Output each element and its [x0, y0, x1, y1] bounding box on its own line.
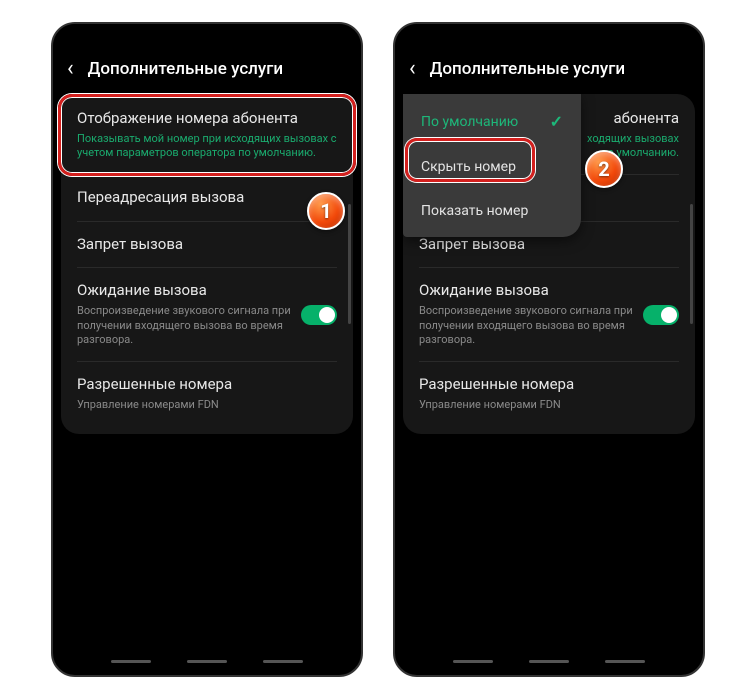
- nav-recent[interactable]: [453, 660, 493, 663]
- setting-barring[interactable]: Запрет вызова: [61, 222, 353, 268]
- setting-desc: Воспроизведение звукового сигнала при по…: [419, 304, 635, 349]
- setting-desc: Управление номерами FDN: [77, 398, 337, 413]
- page-title: Дополнительные услуги: [88, 59, 283, 79]
- nav-back[interactable]: [605, 660, 645, 663]
- check-icon: ✓: [550, 112, 563, 131]
- setting-title: Разрешенные номера: [419, 375, 679, 395]
- back-icon[interactable]: ‹: [67, 58, 74, 80]
- setting-title: Ожидание вызова: [77, 281, 293, 301]
- setting-title: Отображение номера абонента: [77, 109, 337, 129]
- nav-bar: [395, 653, 703, 669]
- phone-screenshot-left: ‹ Дополнительные услуги Отображение номе…: [51, 22, 363, 677]
- setting-desc: Показывать мой номер при исходящих вызов…: [77, 132, 337, 162]
- toggle-switch-on[interactable]: [301, 305, 337, 325]
- setting-title: Запрет вызова: [419, 235, 679, 255]
- popup-option-label: Скрыть номер: [421, 159, 516, 175]
- setting-fdn[interactable]: Разрешенные номера Управление номерами F…: [61, 362, 353, 425]
- header: ‹ Дополнительные услуги: [395, 46, 703, 94]
- setting-title: Запрет вызова: [77, 235, 337, 255]
- status-bar: [395, 24, 703, 46]
- status-bar: [53, 24, 361, 46]
- page-title: Дополнительные услуги: [430, 59, 625, 79]
- setting-fdn[interactable]: Разрешенные номера Управление номерами F…: [403, 362, 695, 425]
- setting-desc: Управление номерами FDN: [419, 398, 679, 413]
- back-icon[interactable]: ‹: [409, 58, 416, 80]
- nav-back[interactable]: [263, 660, 303, 663]
- nav-home[interactable]: [529, 660, 569, 663]
- phone-screenshot-right: ‹ Дополнительные услуги абонента ходящих…: [393, 22, 705, 677]
- setting-title: Разрешенные номера: [77, 375, 337, 395]
- setting-waiting[interactable]: Ожидание вызова Воспроизведение звуковог…: [403, 268, 695, 361]
- setting-waiting[interactable]: Ожидание вызова Воспроизведение звуковог…: [61, 268, 353, 361]
- setting-caller-id[interactable]: Отображение номера абонента Показывать м…: [61, 96, 353, 174]
- scrollbar[interactable]: [690, 204, 693, 324]
- nav-bar: [53, 653, 361, 669]
- setting-desc: Воспроизведение звукового сигнала при по…: [77, 304, 293, 349]
- popup-option-label: По умолчанию: [421, 114, 518, 130]
- popup-option-hide[interactable]: Скрыть номер: [403, 145, 581, 189]
- settings-card: абонента ходящих вызовах по умолчанию. П…: [403, 94, 695, 434]
- settings-card: Отображение номера абонента Показывать м…: [61, 94, 353, 434]
- nav-home[interactable]: [187, 660, 227, 663]
- annotation-badge-2: 2: [585, 150, 623, 188]
- scrollbar[interactable]: [348, 204, 351, 324]
- setting-title: Переадресация вызова: [77, 188, 337, 208]
- setting-title: Ожидание вызова: [419, 281, 635, 301]
- header: ‹ Дополнительные услуги: [53, 46, 361, 94]
- popup-option-show[interactable]: Показать номер: [403, 189, 581, 233]
- caller-id-popup: По умолчанию ✓ Скрыть номер Показать ном…: [403, 94, 581, 237]
- annotation-badge-1: 1: [307, 192, 345, 230]
- popup-option-label: Показать номер: [421, 203, 528, 219]
- toggle-switch-on[interactable]: [643, 305, 679, 325]
- nav-recent[interactable]: [111, 660, 151, 663]
- popup-option-default[interactable]: По умолчанию ✓: [403, 98, 581, 145]
